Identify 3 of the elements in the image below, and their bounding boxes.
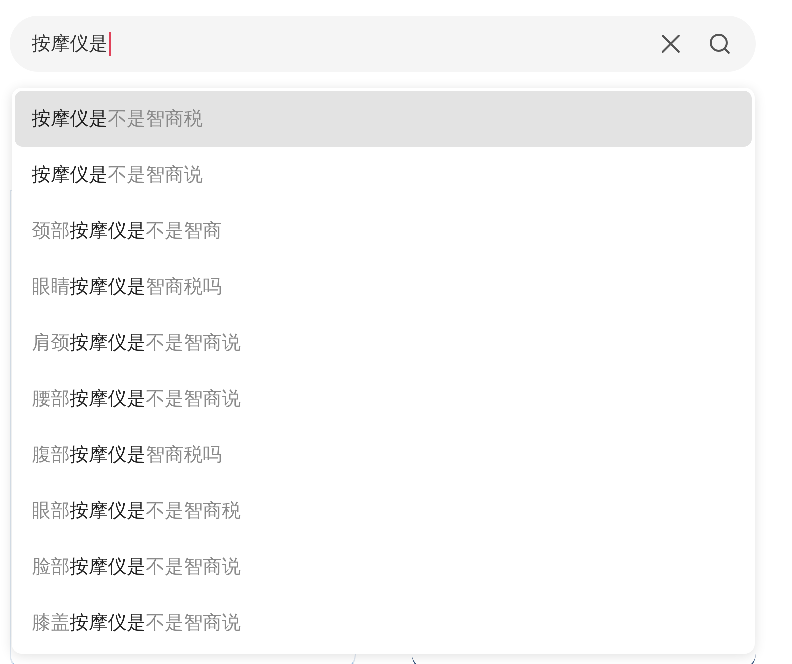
- search-field[interactable]: 按摩仪是: [10, 16, 756, 72]
- suggestion-item[interactable]: 按摩仪是不是智商税: [15, 91, 752, 147]
- search-text: 按摩仪是: [32, 31, 111, 57]
